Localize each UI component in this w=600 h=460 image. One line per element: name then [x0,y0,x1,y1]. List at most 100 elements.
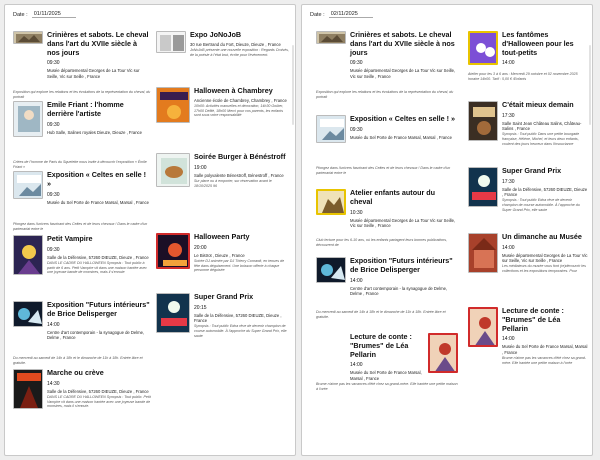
event-title: Petit Vampire [47,234,93,243]
event-venue: Salle de la Défensive, 57260 DIEUZE, Die… [47,388,149,394]
event-card[interactable]: Petit Vampire 09:30 Salle de la Défensiv… [13,234,151,301]
event-card[interactable]: Halloween Party 20:00 Le Bistrot , Dieuz… [156,232,290,293]
event-title: C'était mieux demain [502,100,574,109]
event-thumbnail-icon [316,189,346,215]
event-thumbnail-icon [13,101,43,137]
event-venue: Ancienne école de Chambrey, Chambrey , F… [194,97,287,103]
event-title: Emile Friant : l'homme derrière l'artist… [47,100,124,118]
event-description: Club lecture pour les 6-10 ans, où les e… [316,238,448,247]
event-card[interactable]: Emile Friant : l'homme derrière l'artist… [13,100,151,171]
event-time: 14:30 [47,380,60,387]
event-description: Du mercredi au samedi de 14h à 18h et le… [13,356,143,365]
event-venue: Musée du Sel Porte de France Marsal, Mar… [350,370,422,381]
date-field[interactable]: 02/11/2025 [328,11,373,18]
event-thumbnail-icon [316,257,346,283]
event-description: Brume n'aime pas les vacances d'été chez… [502,355,587,365]
event-card[interactable]: Exposition "Futurs intérieurs" de Brice … [316,256,458,333]
event-column-2: Expo JoNoJoB 30 rue Bertrand du Fort, Di… [156,30,290,353]
event-card[interactable]: C'était mieux demain 17:30 Salle Saint J… [468,100,588,167]
event-time: 14:00 [502,244,515,251]
event-venue: Centre d'art contemporain - la synagogue… [47,329,145,340]
event-thumbnail-icon [316,115,346,143]
event-description: DANS LE CADRE DU HALLOWEEN Synopsis : To… [47,395,151,409]
agenda-page-day-2: Date : 02/11/2025 Crinières et sabots. L… [301,4,593,456]
event-title: Exposition "Futurs intérieurs" de Brice … [47,300,150,318]
event-description: Synopsis : Tout public Edna rêve de deve… [502,198,580,212]
event-card[interactable]: Soirée Burger à Bénéstroff 19:00 Salle p… [156,152,290,233]
event-title: Halloween Party [194,232,250,241]
event-description: Brume n'aime pas les vacances d'été chez… [316,381,458,391]
event-thumbnail-icon [468,233,498,273]
event-time: 14:00 [502,60,515,67]
event-time: 17:30 [502,178,515,185]
event-title: Soirée Burger à Bénéstroff [194,152,286,161]
event-title: Super Grand Prix [502,166,562,175]
date-row: Date : 02/11/2025 [310,11,373,18]
event-venue: Salle Saint Jean Château Salins, Château… [502,120,582,132]
event-venue: Musée du Sel Porte de France Marsal, Mar… [47,199,149,205]
event-venue: 30 rue Bertrand du Fort, Dieuze, Dieuze … [190,41,281,47]
event-title: Expo JoNoJoB [190,30,242,39]
event-card[interactable]: Super Grand Prix 17:30 Salle de la Défen… [468,166,588,233]
event-card[interactable]: Les fantômes d'Halloween pour les tout-p… [468,30,588,101]
date-label: Date : [310,11,325,18]
event-card[interactable]: Lecture de conte : "Brumes" de Léa Pella… [468,306,588,393]
event-time: 17:30 [502,112,515,119]
event-title: Atelier enfants autour du cheval [350,188,436,206]
event-title: Crinières et sabots. Le cheval dans l'ar… [47,30,149,57]
event-card[interactable]: Lecture de conte : "Brumes" de Léa Pella… [316,332,458,419]
event-description: Plongez dans l'univers fascinant des Cel… [13,222,148,231]
event-description: Atelier pour les 3 à 6 ans : Mercredi 29… [468,72,578,81]
event-description: JoNoJoB présente une nouvelle exposition… [190,48,289,57]
event-description: Du mercredi au samedi de 14h à 18h et le… [316,310,446,319]
event-venue: Musée du Sel Porte de France Marsal, Mar… [502,344,588,355]
event-card[interactable]: Atelier enfants autour du cheval 10:30 M… [316,188,458,257]
event-time: 09:30 [47,60,60,67]
event-card[interactable]: Un dimanche au Musée 14:00 Musée départe… [468,232,588,307]
event-thumbnail-icon [468,31,498,65]
event-card[interactable]: Halloween à Chambrey Ancienne école de C… [156,86,290,153]
event-thumbnail-icon [13,31,43,44]
date-field[interactable]: 01/11/2025 [31,11,76,18]
event-thumbnail-icon [156,153,190,187]
event-venue: Salle polyvalente Bénestroff, Bénestroff… [194,172,284,178]
event-time: 09:30 [47,191,60,198]
event-thumbnail-icon [428,333,458,373]
event-venue: Musée départemental Georges de La Tour V… [350,68,456,79]
event-description: Exposition qui explore les relations et … [13,90,151,99]
event-time: 19:00 [194,164,207,171]
event-description: Synopsis : Tout public Dans une petite b… [502,132,580,146]
event-description: Soirée DJ animée par DJ Thierry Conrardt… [194,259,285,273]
event-card[interactable]: Exposition « Celtes en selle ! » 09:30 M… [316,114,458,189]
event-time: 14:00 [350,362,363,369]
event-card[interactable]: Crinières et sabots. Le cheval dans l'ar… [13,30,151,101]
event-title: Super Grand Prix [194,292,254,301]
event-column-1: Crinières et sabots. Le cheval dans l'ar… [316,30,458,419]
event-description: Exposition qui explore les relations et … [316,90,454,99]
event-card[interactable]: Marche ou crève 14:30 Salle de la Défens… [13,368,151,429]
event-title: Marche ou crève [47,368,104,377]
event-card[interactable]: Expo JoNoJoB 30 rue Bertrand du Fort, Di… [156,30,290,87]
event-time: 09:30 [47,246,60,253]
event-column-1: Crinières et sabots. Le cheval dans l'ar… [13,30,151,429]
event-venue: Hub Salle, Salines royales Dieuze, Dieuz… [47,129,142,135]
event-title: Lecture de conte : "Brumes" de Léa Pella… [350,332,412,359]
event-description: DANS LE CADRE DU HALLOWEEN Synopsis : To… [47,261,147,275]
event-thumbnail-icon [13,301,43,327]
event-venue: Musée départemental Georges de La Tour V… [47,68,140,79]
page-scrollbar[interactable] [292,45,294,125]
event-title: Exposition « Celtes en selle ! » [47,170,147,188]
event-venue: Musée départemental Georges de La Tour V… [350,217,456,228]
event-card[interactable]: Exposition "Futurs intérieurs" de Brice … [13,300,151,369]
event-description: Criées de l'homme de Paris du Squelette … [13,160,147,169]
event-card-header: Lecture de conte : "Brumes" de Léa Pella… [316,332,458,381]
event-card[interactable]: Exposition « Celtes en selle ! » 09:30 M… [13,170,151,235]
event-title: Les fantômes d'Halloween pour les tout-p… [502,30,574,57]
event-time: 20:15 [194,304,207,311]
event-description: Sur place ou à emporter, sur réservation… [194,179,272,188]
event-card[interactable]: Crinières et sabots. Le cheval dans l'ar… [316,30,458,115]
page-scrollbar[interactable] [589,45,591,125]
event-thumbnail-icon [156,31,186,53]
event-card[interactable]: Super Grand Prix 20:15 Salle de la Défen… [156,292,290,353]
event-venue: Musée départemental Georges de La Tour V… [502,252,588,264]
